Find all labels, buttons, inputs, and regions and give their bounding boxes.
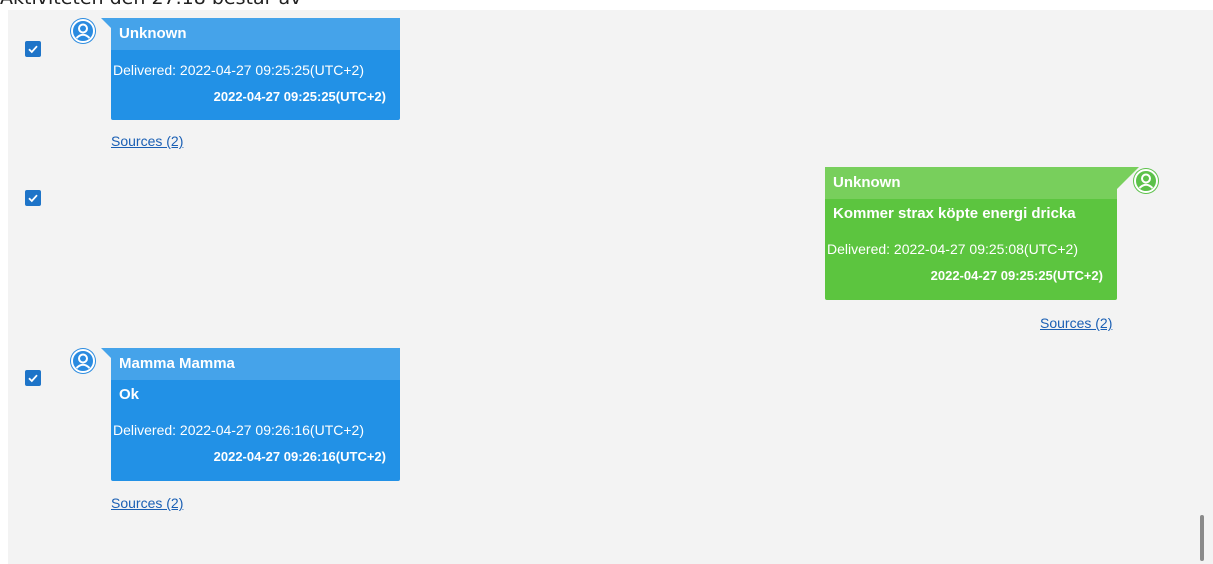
sources-link[interactable]: Sources (2) [1040, 315, 1112, 331]
sources-link[interactable]: Sources (2) [111, 495, 183, 511]
vertical-scrollbar[interactable] [1200, 515, 1204, 561]
page-header-strip: Aktiviteten den 27.18 bestar av [0, 0, 1213, 10]
user-avatar-icon [70, 348, 96, 374]
bubble-tail [101, 18, 111, 28]
user-avatar-icon [70, 18, 96, 44]
message-thread[interactable]: Unknown Delivered: 2022-04-27 09:25:25(U… [8, 10, 1213, 564]
message-sender: Unknown [111, 18, 400, 50]
message-bubble: Unknown Kommer strax köpte energi dricka… [825, 167, 1139, 300]
checkmark-icon [28, 374, 38, 383]
message-timestamp: 2022-04-27 09:25:25(UTC+2) [930, 268, 1103, 283]
page-header-text: Aktiviteten den 27.18 bestar av [0, 0, 301, 9]
message-1-checkbox[interactable] [25, 41, 41, 57]
message-2-checkbox[interactable] [25, 190, 41, 206]
message-sender: Mamma Mamma [111, 348, 400, 380]
message-delivered: Delivered: 2022-04-27 09:26:16(UTC+2) [113, 422, 364, 438]
message-text: Ok [119, 386, 140, 403]
message-bubble: Mamma Mamma Ok Delivered: 2022-04-27 09:… [101, 348, 400, 481]
checkmark-icon [28, 194, 38, 203]
message-bubble: Unknown Delivered: 2022-04-27 09:25:25(U… [101, 18, 400, 120]
checkmark-icon [28, 45, 38, 54]
sources-link[interactable]: Sources (2) [111, 133, 183, 149]
bubble-tail [101, 348, 111, 358]
message-delivered: Delivered: 2022-04-27 09:25:25(UTC+2) [113, 62, 364, 78]
message-delivered: Delivered: 2022-04-27 09:25:08(UTC+2) [827, 241, 1078, 257]
message-text: Kommer strax köpte energi dricka [833, 205, 1076, 222]
message-3-checkbox[interactable] [25, 370, 41, 386]
message-timestamp: 2022-04-27 09:26:16(UTC+2) [213, 449, 386, 464]
user-avatar-icon [1133, 168, 1159, 194]
message-sender: Unknown [825, 167, 1117, 199]
message-timestamp: 2022-04-27 09:25:25(UTC+2) [213, 89, 386, 104]
